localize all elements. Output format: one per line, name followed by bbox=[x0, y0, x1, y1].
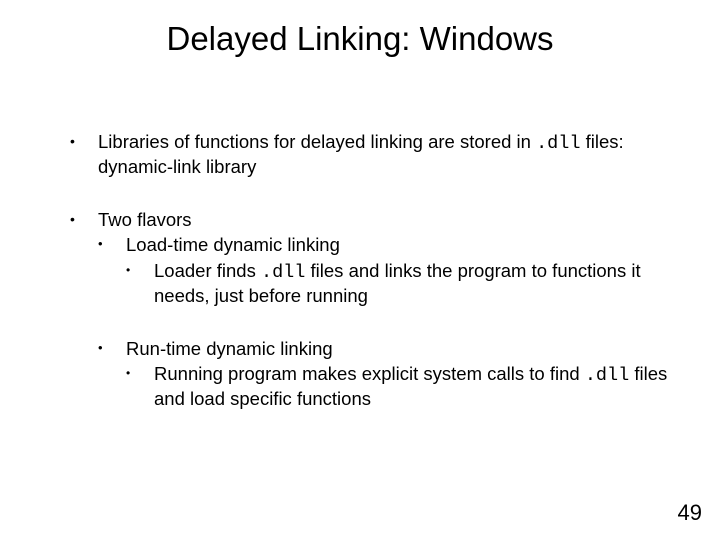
bullet-text: Load-time dynamic linking bbox=[126, 233, 670, 256]
code-fragment: .dll bbox=[261, 262, 305, 283]
code-fragment: .dll bbox=[536, 133, 580, 154]
slide-body: • Libraries of functions for delayed lin… bbox=[70, 130, 670, 410]
text-fragment: Running program makes explicit system ca… bbox=[154, 363, 585, 384]
text-fragment: Libraries of functions for delayed linki… bbox=[98, 131, 536, 152]
bullet-two-flavors: • Two flavors bbox=[70, 208, 670, 231]
bullet-icon: • bbox=[126, 362, 154, 410]
bullet-icon: • bbox=[70, 208, 98, 231]
code-fragment: .dll bbox=[585, 365, 629, 386]
bullet-text: Run-time dynamic linking bbox=[126, 337, 670, 360]
bullet-text: Running program makes explicit system ca… bbox=[154, 362, 670, 410]
bullet-text: Two flavors bbox=[98, 208, 670, 231]
bullet-icon: • bbox=[126, 259, 154, 307]
bullet-run-time: • Run-time dynamic linking bbox=[98, 337, 670, 360]
bullet-libraries: • Libraries of functions for delayed lin… bbox=[70, 130, 670, 178]
bullet-icon: • bbox=[98, 233, 126, 256]
slide-title: Delayed Linking: Windows bbox=[0, 20, 720, 58]
bullet-icon: • bbox=[98, 337, 126, 360]
bullet-icon: • bbox=[70, 130, 98, 178]
text-fragment: Loader finds bbox=[154, 260, 261, 281]
bullet-loader-finds: • Loader finds .dll files and links the … bbox=[126, 259, 670, 307]
bullet-load-time: • Load-time dynamic linking bbox=[98, 233, 670, 256]
bullet-running-program: • Running program makes explicit system … bbox=[126, 362, 670, 410]
bullet-text: Loader finds .dll files and links the pr… bbox=[154, 259, 670, 307]
slide: Delayed Linking: Windows • Libraries of … bbox=[0, 0, 720, 540]
page-number: 49 bbox=[678, 500, 702, 526]
spacer bbox=[70, 307, 670, 335]
bullet-text: Libraries of functions for delayed linki… bbox=[98, 130, 670, 178]
